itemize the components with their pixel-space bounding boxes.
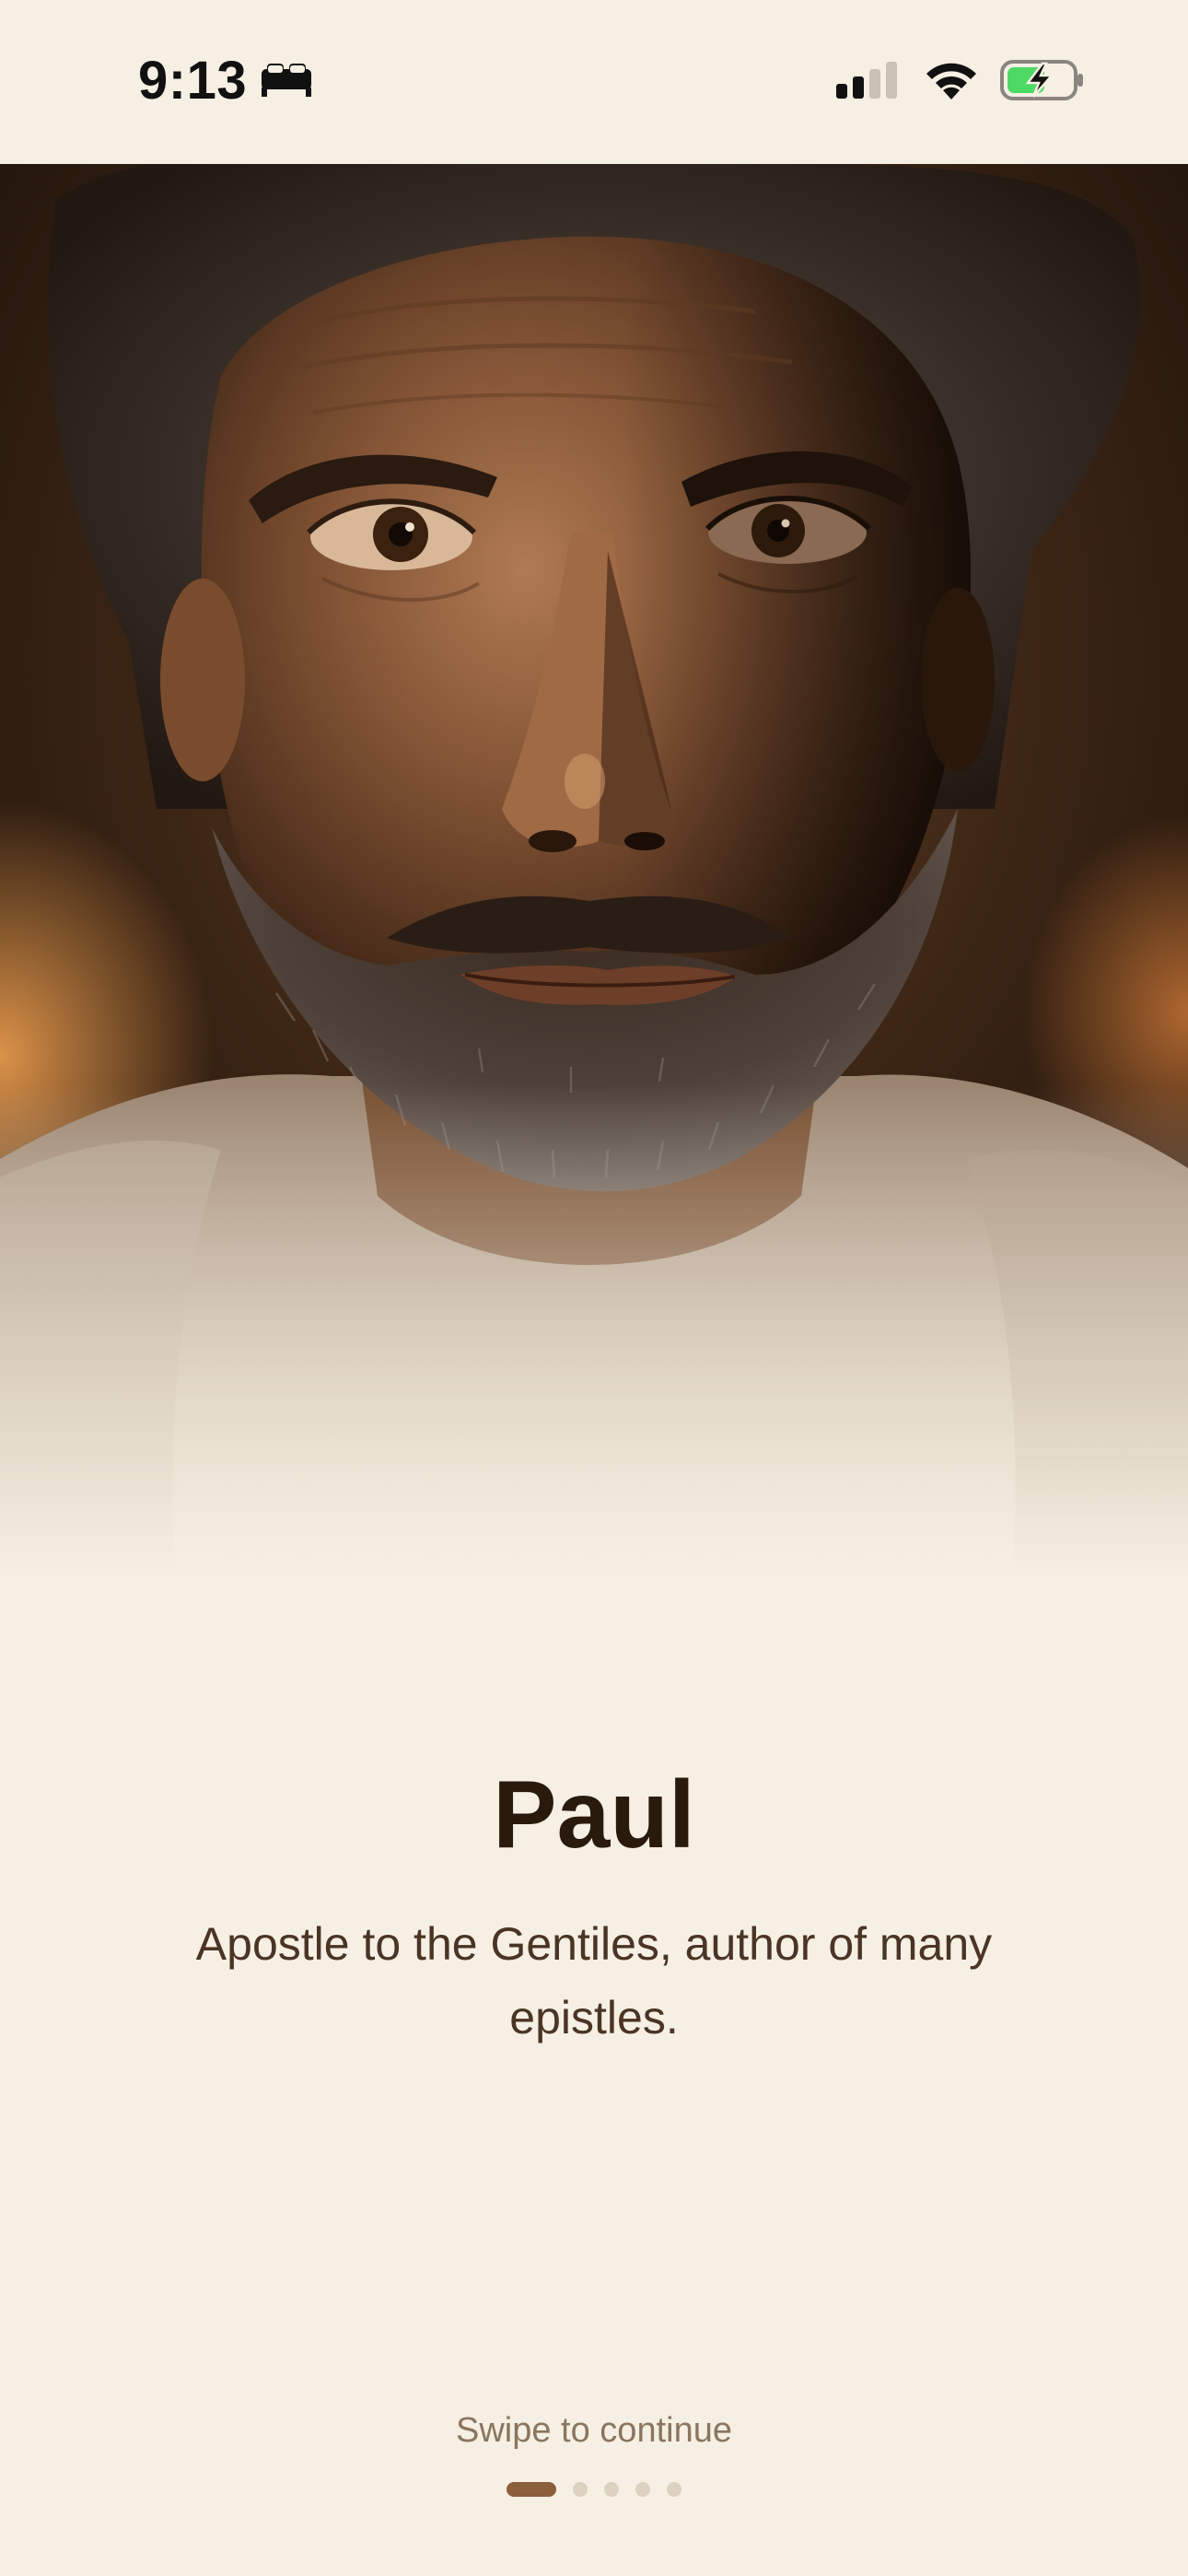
portrait-image [0,164,1188,1578]
wifi-icon [923,59,980,101]
battery-charging-icon [1000,59,1085,101]
swipe-hint: Swipe to continue [456,2411,732,2450]
page-dot[interactable] [667,2482,681,2497]
page-dot[interactable] [635,2482,650,2497]
character-description: Apostle to the Gentiles, author of many … [195,1918,993,2043]
hero-portrait [0,164,1188,1578]
status-right [836,55,1085,105]
cellular-signal-icon [836,60,903,100]
page-dot[interactable] [573,2482,588,2497]
page-dot[interactable] [604,2482,619,2497]
page-dot-active[interactable] [507,2482,556,2497]
status-bar: 9:13 [0,0,1188,164]
status-time: 9:13 [138,50,248,111]
bed-icon [260,62,313,99]
page-indicator[interactable] [0,2480,1188,2499]
status-left: 9:13 [138,48,313,112]
character-name: Paul [493,1762,695,1868]
